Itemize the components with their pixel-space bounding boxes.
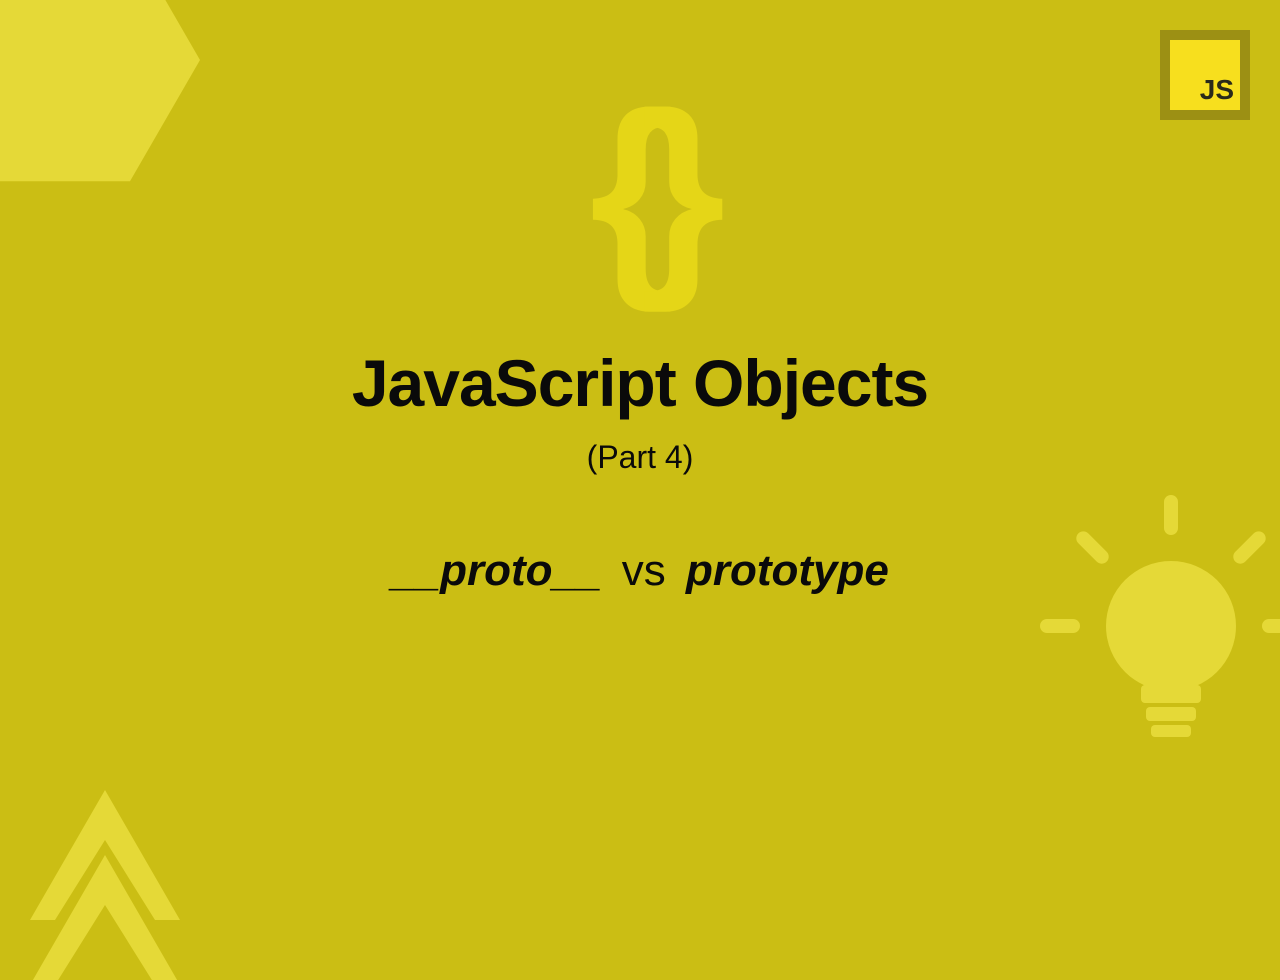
hexagon-decoration-icon: [0, 0, 200, 200]
lightbulb-decoration-icon: [1030, 485, 1280, 770]
js-logo-container: JS: [1160, 30, 1250, 120]
proto-keyword: __proto__: [391, 546, 601, 595]
vs-text: vs: [622, 546, 666, 595]
prototype-keyword: prototype: [686, 546, 889, 595]
js-logo-text: JS: [1170, 40, 1240, 110]
subtitle: (Part 4): [0, 439, 1280, 476]
braces-icon: {}: [589, 80, 690, 300]
main-title: JavaScript Objects: [0, 345, 1280, 421]
